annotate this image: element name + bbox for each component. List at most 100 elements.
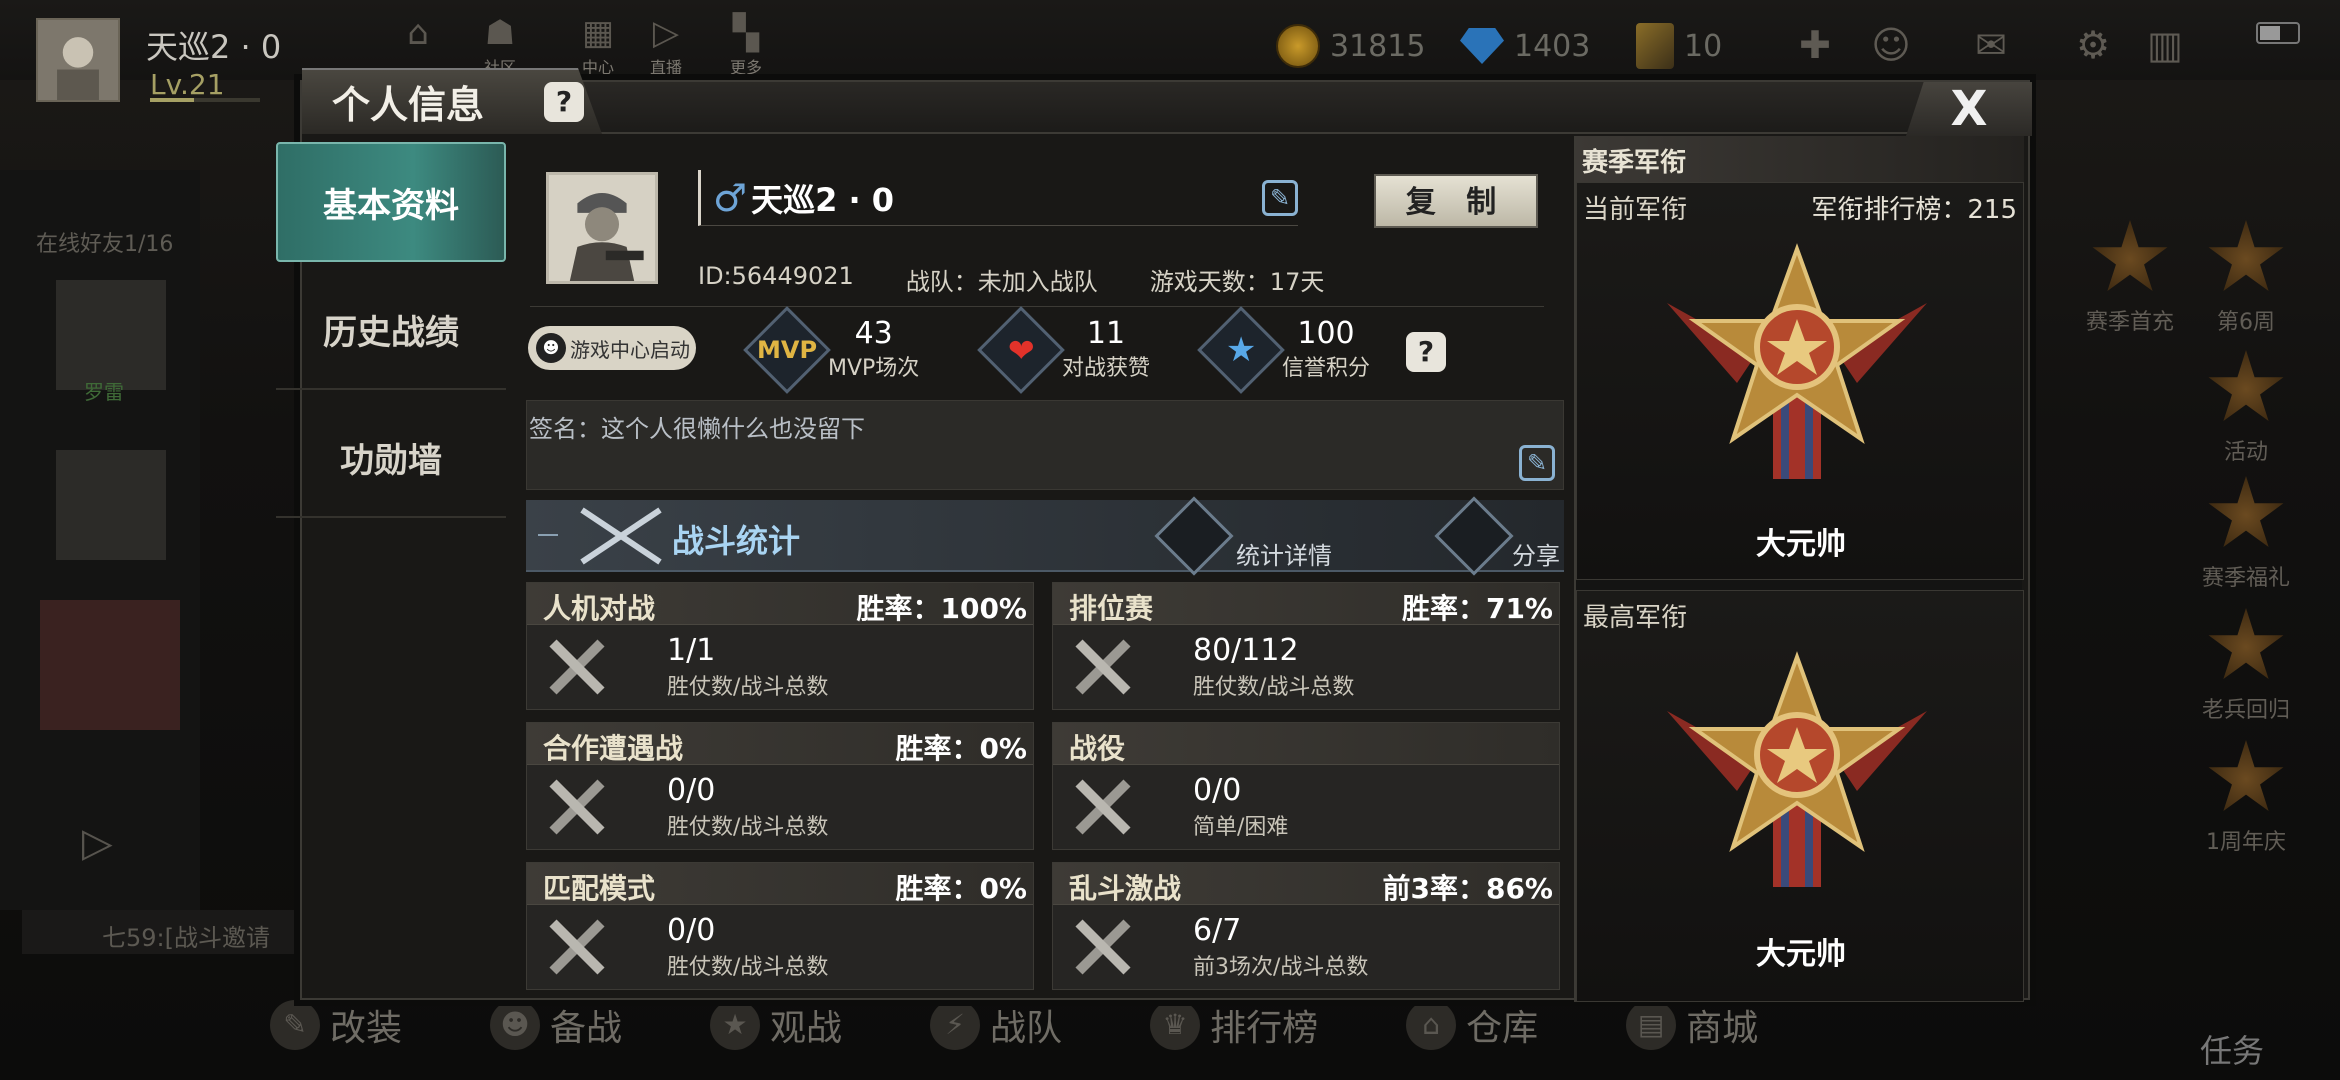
mvp-stat: MVP 43 MVP场次	[743, 306, 919, 394]
dialog-title: 个人信息	[332, 83, 485, 127]
credit-label: 信誉积分	[1282, 356, 1371, 381]
season-rank-title: 赛季军衔	[1576, 136, 2024, 182]
card-subtitle: 简单/困难	[1193, 815, 1289, 840]
rifles-icon	[580, 507, 662, 565]
card-subtitle: 前3场次/战斗总数	[1193, 955, 1369, 980]
game-center-button[interactable]: ☻ 游戏中心启动	[528, 326, 696, 370]
player-name-display: 天巡2 · 0	[751, 180, 895, 219]
mask-icon: ☻	[490, 1000, 541, 1050]
edit-name-icon[interactable]: ✎	[1262, 180, 1298, 216]
battle-stats-bar: 战斗统计 统计详情 分享	[526, 496, 1564, 576]
activity-item[interactable]: 活动	[2186, 350, 2306, 466]
more-nav[interactable]: ▚ 更多	[716, 12, 776, 78]
card-title: 战役	[1069, 732, 1126, 765]
crossed-swords-icon	[1075, 779, 1131, 835]
card-value: 6/7	[1193, 913, 1242, 948]
diamond-icon	[1460, 28, 1504, 64]
days-played: 游戏天数：17天	[1149, 268, 1325, 296]
friend-card[interactable]	[40, 600, 180, 730]
online-friends-label: 在线好友1/16	[36, 232, 174, 257]
stat-card-ranked[interactable]: 排位赛 胜率：71% 80/112 胜仗数/战斗总数	[1052, 582, 1560, 710]
nav-label: 备战	[550, 1008, 623, 1049]
signature-box: 签名：这个人很懒什么也没留下 ✎	[526, 400, 1564, 490]
nav-label: 中心	[581, 58, 614, 77]
stats-detail-link[interactable]: 统计详情	[1236, 536, 1332, 571]
friend-name: 罗雷	[84, 380, 124, 404]
heart-icon: ❤	[977, 306, 1065, 394]
card-subtitle: 胜仗数/战斗总数	[667, 815, 829, 840]
gift-icon	[2208, 476, 2284, 547]
friends-icon[interactable]: ☺	[1866, 20, 1916, 70]
card-title: 匹配模式	[543, 872, 656, 905]
trophy-icon	[2208, 740, 2284, 811]
item-label: 活动	[2223, 440, 2268, 465]
mvp-count: 43	[854, 316, 893, 351]
tab-history[interactable]: 历史战绩	[276, 270, 506, 390]
player-id: ID:56449021	[698, 262, 854, 290]
season-first-charge[interactable]: 赛季首充	[2070, 220, 2190, 336]
mail-icon[interactable]: ✉	[1966, 20, 2016, 70]
card-subtitle: 胜仗数/战斗总数	[667, 675, 829, 700]
stat-card-match[interactable]: 匹配模式 胜率：0% 0/0 胜仗数/战斗总数	[526, 862, 1034, 990]
expand-arrow-icon[interactable]: ▷	[82, 820, 113, 866]
battle-stats-title: 战斗统计	[672, 522, 801, 560]
battery-icon	[2256, 22, 2300, 44]
card-value: 1/1	[667, 633, 716, 668]
trophy-icon: ♛	[1150, 1000, 1201, 1050]
player-name: 天巡2 · 0	[146, 28, 282, 66]
star-icon	[2208, 220, 2284, 291]
team-info: 战队：未加入战队	[905, 268, 1098, 296]
soldier-icon: ☗	[484, 13, 516, 53]
stats-detail-icon[interactable]	[1154, 496, 1234, 576]
stat-card-brawl[interactable]: 乱斗激战 前3率：86% 6/7 前3场次/战斗总数	[1052, 862, 1560, 990]
stat-card-pve[interactable]: 人机对战 胜率：100% 1/1 胜仗数/战斗总数	[526, 582, 1034, 710]
live-nav[interactable]: ▷ 直播	[636, 12, 696, 78]
share-link[interactable]: 分享	[1512, 536, 1560, 571]
gear-icon[interactable]: ⚙	[2068, 20, 2118, 70]
friend-avatar[interactable]	[56, 450, 166, 560]
highest-rank-label: 最高军衔	[1583, 603, 1688, 633]
card-title: 乱斗激战	[1069, 872, 1182, 905]
edit-signature-icon[interactable]: ✎	[1519, 445, 1555, 481]
player-avatar[interactable]	[36, 18, 120, 102]
anniversary-item[interactable]: 1周年庆	[2186, 740, 2306, 856]
current-rank-box: 当前军衔 军衔排行榜：215 大元帅	[1576, 182, 2024, 580]
chat-preview[interactable]: 七59:[战斗邀请	[22, 910, 312, 954]
tab-merit-wall[interactable]: 功勋墙	[276, 398, 506, 518]
card-title: 排位赛	[1069, 592, 1154, 625]
nav-label: 直播	[649, 58, 682, 77]
veteran-return-item[interactable]: 老兵回归	[2186, 608, 2306, 724]
level-progress	[150, 98, 260, 102]
credit-help-button[interactable]: ?	[1406, 332, 1446, 372]
ticket-counter: 10	[1636, 20, 1722, 72]
collapse-icon[interactable]	[538, 534, 558, 536]
book-icon[interactable]: ▥	[2140, 20, 2190, 70]
task-label[interactable]: 任务	[2200, 1026, 2264, 1072]
tab-basic-info[interactable]: 基本资料	[276, 142, 506, 262]
week-item[interactable]: 第6周	[2186, 220, 2306, 336]
help-button[interactable]: ?	[544, 82, 584, 122]
add-currency-button[interactable]: ✚	[1790, 20, 1840, 70]
card-rate: 胜率：100%	[856, 592, 1027, 625]
credit-count: 100	[1297, 316, 1355, 351]
close-button[interactable]: X	[1906, 82, 2032, 136]
item-label: 老兵回归	[2201, 698, 2290, 723]
stat-card-campaign[interactable]: 战役 0/0 简单/困难	[1052, 722, 1560, 850]
profile-photo[interactable]	[546, 172, 658, 284]
signature-text: 签名：这个人很懒什么也没留下	[529, 415, 865, 443]
friend-avatar[interactable]	[56, 280, 166, 390]
stat-card-coop[interactable]: 合作遭遇战 胜率：0% 0/0 胜仗数/战斗总数	[526, 722, 1034, 850]
rank-leaderboard-link[interactable]: 军衔排行榜：215	[1811, 189, 2017, 226]
soldier-portrait	[549, 175, 655, 281]
wrench-icon: ✎	[270, 1000, 320, 1050]
dialog-title-tab: 个人信息 ?	[302, 68, 602, 134]
crossed-swords-icon	[549, 639, 605, 695]
share-icon[interactable]	[1434, 496, 1514, 576]
copy-button[interactable]: 复 制	[1374, 174, 1538, 228]
nav-label: 战队	[990, 1008, 1063, 1049]
nav-label: 商城	[1686, 1008, 1759, 1049]
side-tabs: 基本资料 历史战绩 功勋墙	[276, 142, 506, 1002]
season-gift-item[interactable]: 赛季福礼	[2186, 476, 2306, 592]
highest-rank-name: 大元帅	[1756, 937, 1846, 972]
nav-label: 改装	[330, 1008, 403, 1049]
